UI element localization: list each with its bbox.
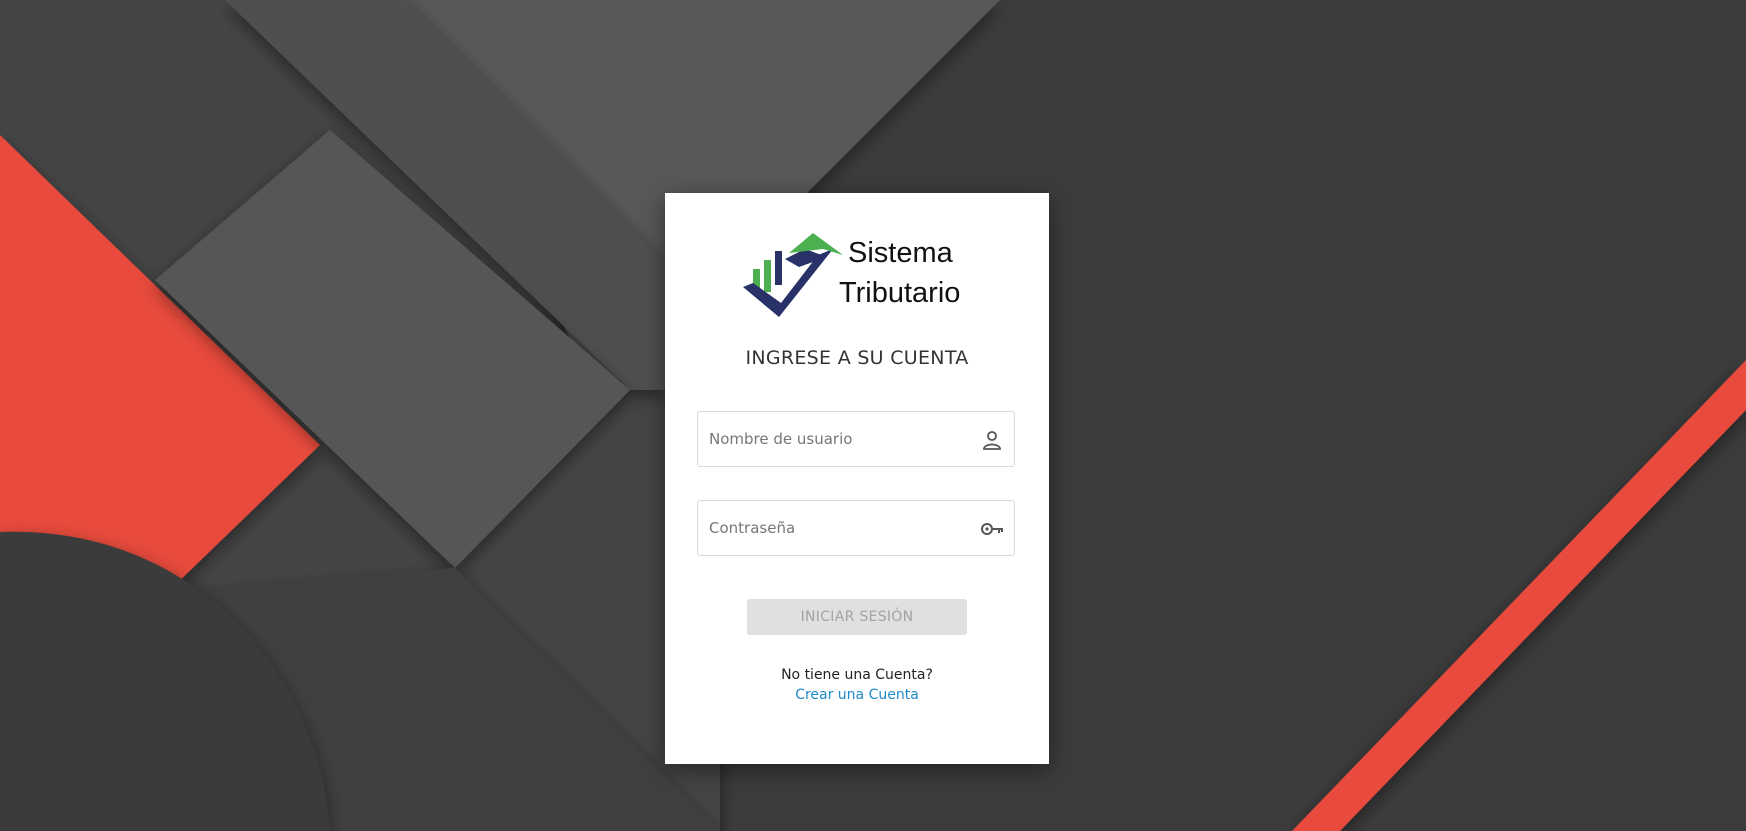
key-icon bbox=[981, 523, 1003, 535]
no-account-text: No tiene una Cuenta? bbox=[781, 667, 933, 683]
login-button[interactable]: INICIAR SESIÓN bbox=[747, 599, 967, 635]
password-input[interactable] bbox=[709, 501, 969, 555]
app-logo: Sistema Tributario bbox=[743, 229, 973, 321]
app-name-line1: Sistema bbox=[848, 237, 953, 269]
login-card: Sistema Tributario INGRESE A SU CUENTA I… bbox=[665, 193, 1049, 764]
login-page: Sistema Tributario INGRESE A SU CUENTA I… bbox=[0, 0, 1746, 831]
username-field[interactable] bbox=[697, 411, 1015, 467]
app-name-line2: Tributario bbox=[839, 277, 961, 309]
logo-check-chart-icon bbox=[743, 233, 843, 317]
password-field[interactable] bbox=[697, 500, 1015, 556]
page-title: INGRESE A SU CUENTA bbox=[745, 347, 969, 369]
username-input[interactable] bbox=[709, 412, 969, 466]
app-name: Sistema Tributario bbox=[839, 229, 960, 313]
create-account-link[interactable]: Crear una Cuenta bbox=[665, 687, 1049, 703]
user-icon bbox=[983, 431, 1001, 450]
